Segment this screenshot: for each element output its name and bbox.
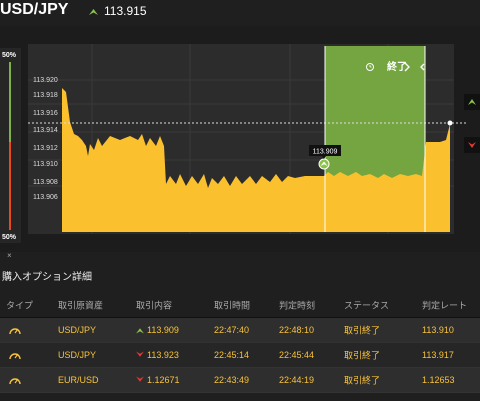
down-arrow-icon — [136, 376, 144, 382]
row-status: 取引終了 — [344, 325, 381, 336]
header-type: タイプ — [6, 300, 34, 310]
gauge-down-bar — [9, 142, 11, 230]
row-judge-time: 22:44:19 — [279, 375, 315, 385]
gauge-down-label: 50% — [2, 234, 17, 241]
y-tick-label: 113.920 — [33, 77, 58, 84]
down-arrow-icon — [468, 142, 476, 148]
close-icon[interactable]: × — [7, 251, 12, 260]
header-status: ステータス — [344, 300, 390, 310]
header-rate: 判定レート — [422, 300, 468, 310]
current-price-dot — [447, 120, 453, 126]
header-time: 取引時間 — [214, 300, 251, 310]
section-title: 購入オプション詳細 — [2, 272, 92, 283]
gauge-icon — [9, 353, 21, 360]
y-tick-label: 113.906 — [33, 194, 58, 201]
row-time: 22:47:40 — [214, 325, 250, 335]
header-judge-time: 判定時刻 — [279, 300, 316, 310]
section-header: 購入オプション詳細 — [0, 262, 480, 292]
current-price-value: 113.915 — [104, 4, 147, 18]
header-content: 取引内容 — [136, 300, 173, 310]
gauge-icon — [9, 378, 21, 385]
high-button[interactable] — [464, 94, 480, 110]
low-button[interactable] — [464, 137, 480, 153]
y-tick-label: 113.910 — [33, 161, 58, 168]
row-time: 22:45:14 — [214, 350, 250, 360]
table-row[interactable]: USD/JPY 113.923 22:45:14 22:45:44 取引終了 1… — [0, 343, 480, 368]
top-bar: USD/JPY 113.915 — [0, 0, 480, 26]
down-arrow-icon — [136, 351, 144, 357]
end-label: 終了 — [387, 60, 407, 73]
row-content: 113.909 — [147, 325, 179, 335]
entry-tag-text: 113.909 — [313, 149, 338, 156]
row-asset: USD/JPY — [58, 350, 97, 360]
y-tick-label: 113.918 — [33, 92, 58, 99]
position-gauge: 50% 50% × — [0, 48, 21, 260]
up-arrow-icon — [89, 9, 98, 15]
current-price: 113.915 — [89, 4, 147, 18]
row-judge-time: 22:48:10 — [279, 325, 315, 335]
up-arrow-icon — [136, 328, 144, 334]
row-time: 22:43:49 — [214, 375, 250, 385]
options-table: タイプ 取引原資産 取引内容 取引時間 判定時刻 ステータス 判定レート USD… — [0, 292, 480, 393]
table-header: タイプ 取引原資産 取引内容 取引時間 判定時刻 ステータス 判定レート — [0, 292, 480, 318]
row-rate: 113.917 — [422, 350, 454, 360]
gauge-icon — [9, 328, 21, 335]
gauge-up-bar — [9, 62, 11, 142]
row-asset: EUR/USD — [58, 375, 99, 385]
table-row[interactable]: USD/JPY 113.909 22:47:40 22:48:10 取引終了 1… — [0, 318, 480, 343]
up-arrow-icon — [468, 99, 476, 105]
y-tick-label: 113.908 — [33, 179, 58, 186]
pair-title: USD/JPY — [0, 1, 69, 18]
price-chart[interactable]: 113.920 113.918 113.916 113.914 113.912 113.9… — [0, 26, 480, 260]
gauge-up-label: 50% — [2, 52, 17, 59]
row-asset: USD/JPY — [58, 325, 97, 335]
row-content: 1.12671 — [147, 375, 180, 385]
row-content: 113.923 — [147, 350, 179, 360]
row-judge-time: 22:45:44 — [279, 350, 315, 360]
row-rate: 1.12653 — [422, 375, 455, 385]
y-tick-label: 113.916 — [33, 110, 58, 117]
y-tick-label: 113.914 — [33, 127, 58, 134]
y-tick-label: 113.912 — [33, 145, 58, 152]
chart-canvas[interactable]: 113.920 113.918 113.916 113.914 113.912 113.9… — [0, 26, 480, 252]
row-rate: 113.910 — [422, 325, 454, 335]
row-status: 取引終了 — [344, 375, 381, 386]
table-row[interactable]: EUR/USD 1.12671 22:43:49 22:44:19 取引終了 1… — [0, 368, 480, 393]
row-status: 取引終了 — [344, 350, 381, 361]
header-asset: 取引原資産 — [58, 300, 104, 310]
